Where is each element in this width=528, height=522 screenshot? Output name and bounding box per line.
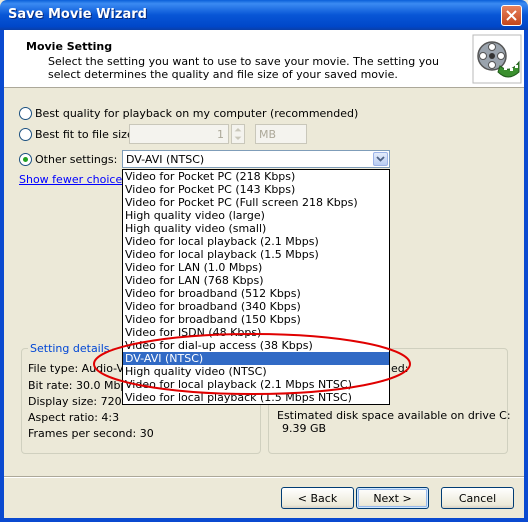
dropdown-item[interactable]: Video for local playback (2.1 Mbps NTSC): [123, 378, 389, 391]
radio-best-fit-label: Best fit to file size:: [35, 127, 138, 141]
fps-text: Frames per second: 30: [28, 427, 154, 440]
bit-rate-text: Bit rate: 30.0 Mbps: [28, 379, 134, 392]
dropdown-item[interactable]: Video for broadband (512 Kbps): [123, 287, 389, 300]
aspect-ratio-text: Aspect ratio: 4:3: [28, 411, 120, 424]
dropdown-item[interactable]: High quality video (NTSC): [123, 365, 389, 378]
radio-other-settings[interactable]: Other settings:: [19, 151, 117, 167]
page-title: Movie Setting: [26, 40, 113, 53]
radio-circle[interactable]: [19, 106, 32, 120]
file-size-unit-value: MB: [259, 128, 277, 141]
dropdown-item[interactable]: Video for LAN (1.0 Mbps): [123, 261, 389, 274]
setting-details-title: Setting details: [28, 342, 112, 355]
disk-space-value: 9.39 GB: [282, 422, 327, 435]
dropdown-item[interactable]: Video for local playback (1.5 Mbps): [123, 248, 389, 261]
dropdown-item[interactable]: High quality video (small): [123, 222, 389, 235]
dropdown-item[interactable]: Video for Pocket PC (218 Kbps): [123, 170, 389, 183]
dropdown-item[interactable]: Video for broadband (150 Kbps): [123, 313, 389, 326]
wizard-header: Movie Setting Select the setting you wan…: [4, 30, 524, 88]
dropdown-item[interactable]: Video for dial-up access (38 Kbps): [123, 339, 389, 352]
close-icon: [506, 10, 517, 21]
dropdown-item[interactable]: Video for broadband (340 Kbps): [123, 300, 389, 313]
dropdown-button[interactable]: [373, 152, 388, 166]
file-size-spinner[interactable]: [231, 124, 245, 144]
display-size-text: Display size: 720 x: [28, 395, 132, 408]
radio-circle[interactable]: [19, 127, 32, 141]
back-button[interactable]: < Back: [281, 487, 354, 509]
show-fewer-choices-link[interactable]: Show fewer choices...: [19, 173, 138, 186]
spinner-arrows-icon: [234, 128, 242, 140]
file-size-input[interactable]: 1: [129, 124, 229, 144]
dropdown-item[interactable]: Video for Pocket PC (143 Kbps): [123, 183, 389, 196]
dropdown-item[interactable]: High quality video (large): [123, 209, 389, 222]
estimated-size-partial: ed:: [391, 362, 409, 375]
file-type-text: File type: Audio-Vid: [28, 362, 134, 375]
dropdown-item[interactable]: Video for LAN (768 Kbps): [123, 274, 389, 287]
dropdown-item[interactable]: DV-AVI (NTSC): [123, 352, 389, 365]
cancel-button[interactable]: Cancel: [441, 487, 514, 509]
file-size-unit-select[interactable]: MB: [255, 124, 307, 144]
next-button[interactable]: Next >: [356, 487, 429, 509]
close-button[interactable]: [501, 5, 522, 26]
footer-separator: [4, 476, 524, 478]
settings-dropdown-list[interactable]: Video for Pocket PC (218 Kbps) Video for …: [122, 169, 390, 405]
movie-reel-icon: [472, 34, 522, 84]
radio-other-settings-label: Other settings:: [35, 152, 118, 166]
dropdown-item[interactable]: Video for ISDN (48 Kbps): [123, 326, 389, 339]
chevron-down-icon: [376, 156, 385, 162]
radio-best-fit[interactable]: Best fit to file size:: [19, 126, 137, 142]
other-settings-value: DV-AVI (NTSC): [126, 153, 205, 166]
radio-best-quality[interactable]: Best quality for playback on my computer…: [19, 105, 358, 121]
radio-best-quality-label: Best quality for playback on my computer…: [35, 106, 359, 120]
title-bar: Save Movie Wizard: [0, 0, 528, 30]
other-settings-select[interactable]: DV-AVI (NTSC): [122, 150, 390, 168]
page-description: Select the setting you want to use to sa…: [48, 55, 439, 81]
window-title: Save Movie Wizard: [8, 7, 147, 22]
dropdown-item[interactable]: Video for local playback (2.1 Mbps): [123, 235, 389, 248]
dropdown-item[interactable]: Video for local playback (1.5 Mbps NTSC): [123, 391, 389, 404]
dropdown-item[interactable]: Video for Pocket PC (Full screen 218 Kbp…: [123, 196, 389, 209]
disk-space-label: Estimated disk space available on drive …: [277, 409, 511, 422]
radio-circle-selected[interactable]: [19, 152, 32, 166]
